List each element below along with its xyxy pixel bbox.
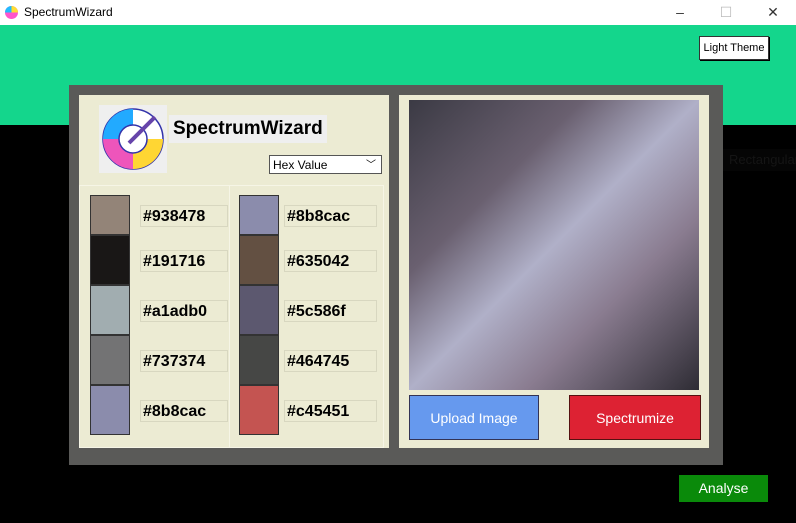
window-title: SpectrumWizard	[24, 5, 113, 19]
format-select-value: Hex Value	[273, 158, 328, 172]
color-swatch	[90, 285, 130, 335]
hex-value-field[interactable]: #c45451	[284, 400, 377, 422]
hex-value-field[interactable]: #8b8cac	[284, 205, 377, 227]
color-swatch	[239, 335, 279, 385]
format-select[interactable]: Hex Value ﹀	[269, 155, 382, 174]
color-swatch	[90, 385, 130, 435]
hex-value-field[interactable]: #635042	[284, 250, 377, 272]
color-swatch	[239, 385, 279, 435]
minimize-button[interactable]: –	[657, 0, 703, 25]
hex-value-field[interactable]: #938478	[140, 205, 228, 227]
chevron-down-icon: ﹀	[366, 160, 376, 171]
upload-image-button[interactable]: Upload Image	[409, 395, 539, 440]
color-wheel-logo-icon	[99, 105, 167, 173]
hex-value-field[interactable]: #8b8cac	[140, 400, 228, 422]
hex-value-field[interactable]: #5c586f	[284, 300, 377, 322]
analyse-button[interactable]: Analyse	[679, 475, 768, 502]
light-theme-button[interactable]: Light Theme	[699, 36, 769, 60]
color-swatch	[239, 195, 279, 235]
hex-value-field[interactable]: #a1adb0	[140, 300, 228, 322]
color-swatch	[239, 285, 279, 335]
hex-value-field[interactable]: #737374	[140, 350, 228, 372]
brand-name: SpectrumWizard	[169, 115, 327, 143]
title-bar: SpectrumWizard – ☐ ✕	[0, 0, 796, 25]
color-swatch	[239, 235, 279, 285]
hex-value-field[interactable]: #464745	[284, 350, 377, 372]
maximize-button[interactable]: ☐	[703, 0, 749, 25]
app-logo-icon	[5, 6, 18, 19]
close-button[interactable]: ✕	[750, 0, 796, 25]
uploaded-image-preview	[409, 100, 699, 390]
spectrumize-button[interactable]: Spectrumize	[569, 395, 701, 440]
color-swatch	[90, 335, 130, 385]
hex-value-field[interactable]: #191716	[140, 250, 228, 272]
color-swatch	[90, 195, 130, 235]
color-swatch	[90, 235, 130, 285]
